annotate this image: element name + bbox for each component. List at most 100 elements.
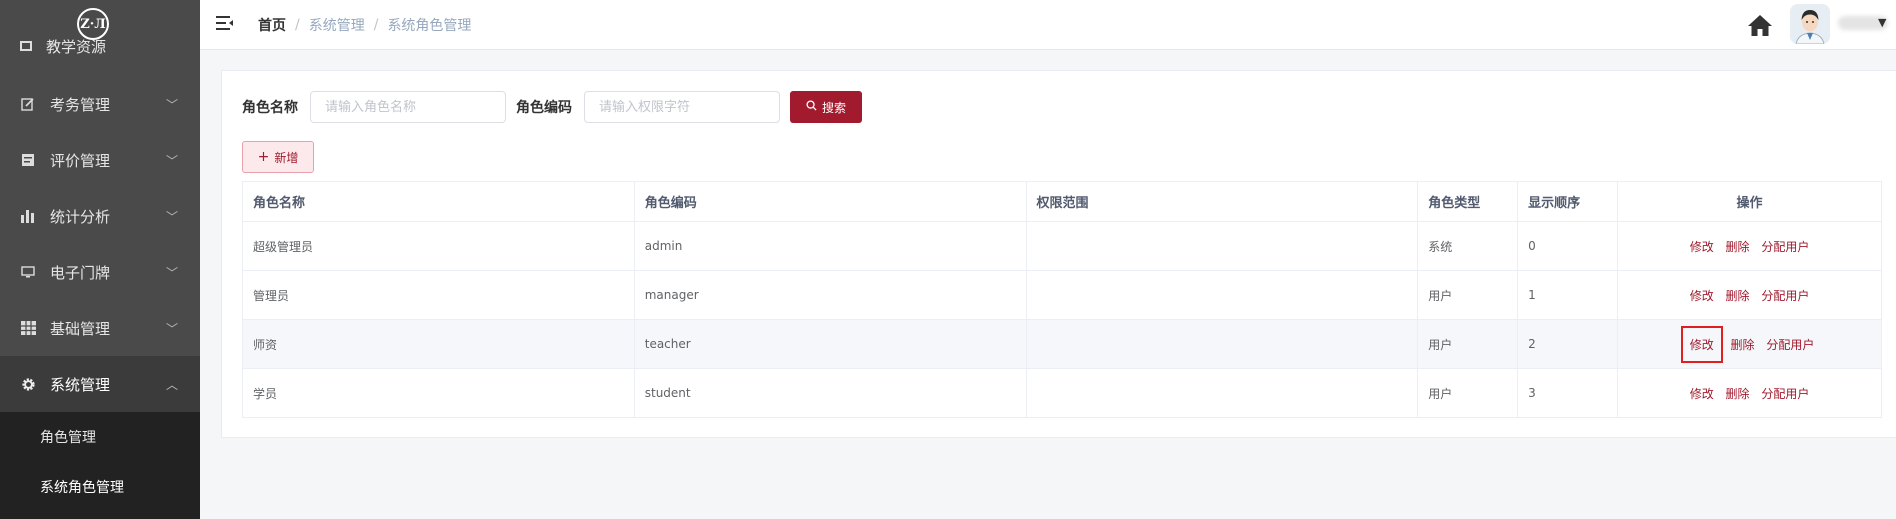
roles-table: 角色名称 角色编码 权限范围 角色类型 显示顺序 操作 超级管理员 admin …	[242, 181, 1882, 418]
grid-icon	[18, 321, 38, 335]
chevron-down-icon: ﹀	[165, 265, 178, 280]
resource-icon	[20, 41, 32, 51]
cell-role-name: 师资	[242, 319, 635, 369]
delete-link[interactable]: 删除	[1726, 289, 1750, 303]
column-header: 角色名称	[242, 181, 635, 222]
chevron-down-icon: ﹀	[165, 209, 178, 224]
cell-role-code: student	[633, 368, 1027, 418]
bar-chart-icon	[18, 209, 38, 223]
role-code-label: 角色编码	[516, 100, 572, 116]
sidebar-item-basic[interactable]: 基础管理 ﹀	[0, 300, 200, 356]
cell-order: 1	[1517, 270, 1619, 320]
chevron-up-icon: ︿	[165, 377, 178, 392]
cell-role-name: 学员	[242, 368, 635, 418]
edit-link[interactable]: 修改	[1690, 289, 1714, 303]
sidebar-item-label: 系统管理	[50, 375, 111, 394]
menu-toggle-icon[interactable]	[216, 15, 234, 31]
cell-role-code: manager	[633, 270, 1027, 320]
sidebar-item-label: 考务管理	[50, 95, 111, 114]
column-header: 权限范围	[1025, 181, 1419, 222]
gear-icon	[18, 377, 38, 392]
sidebar-item-label: 基础管理	[50, 319, 111, 338]
column-header: 操作	[1617, 181, 1882, 222]
edit-icon	[18, 97, 38, 111]
assign-users-link[interactable]: 分配用户	[1761, 289, 1809, 303]
chevron-down-icon: ﹀	[165, 321, 178, 336]
sidebar-item-label: 统计分析	[50, 207, 111, 226]
plus-icon: +	[257, 149, 270, 165]
sidebar-item-system[interactable]: 系统管理 ︿	[0, 356, 200, 412]
table-row: 超级管理员 admin 系统 0 修改 删除 分配用户	[242, 221, 1882, 271]
cell-role-type: 系统	[1417, 221, 1519, 271]
delete-link[interactable]: 删除	[1726, 387, 1750, 401]
breadcrumb-item[interactable]: 系统管理	[309, 15, 365, 35]
cell-actions: 修改 删除 分配用户	[1617, 319, 1882, 369]
submenu-item-system-role-management[interactable]: 系统角色管理	[0, 462, 200, 512]
avatar[interactable]	[1790, 4, 1830, 44]
submenu-item-role-management[interactable]: 角色管理	[0, 412, 200, 462]
breadcrumb: 首页 / 系统管理 / 系统角色管理	[258, 15, 471, 35]
cell-scope	[1025, 319, 1419, 369]
sidebar-item-door-sign[interactable]: 电子门牌 ﹀	[0, 244, 200, 300]
chevron-down-icon: ﹀	[165, 97, 178, 112]
cell-actions: 修改 删除 分配用户	[1617, 368, 1882, 418]
cell-scope	[1025, 221, 1419, 271]
sidebar-item-statistics[interactable]: 统计分析 ﹀	[0, 188, 200, 244]
search-icon	[806, 100, 817, 114]
role-name-input[interactable]	[310, 91, 506, 123]
edit-link[interactable]: 修改	[1690, 387, 1714, 401]
top-header: 首页 / 系统管理 / 系统角色管理 ▼	[200, 0, 1896, 50]
cell-role-type: 用户	[1417, 319, 1519, 369]
delete-link[interactable]: 删除	[1731, 338, 1755, 352]
table-row: 师资 teacher 用户 2 修改 删除 分配用户	[242, 319, 1882, 369]
search-button-label: 搜索	[821, 100, 846, 115]
cell-role-type: 用户	[1417, 368, 1519, 418]
sidebar-item-teaching-resources[interactable]: 教学资源	[20, 36, 106, 56]
search-form: 角色名称 角色编码 搜索	[242, 91, 862, 123]
column-header: 角色类型	[1417, 181, 1519, 222]
sidebar-item-evaluation[interactable]: 评价管理 ﹀	[0, 132, 200, 188]
assign-users-link[interactable]: 分配用户	[1761, 387, 1809, 401]
table-row: 学员 student 用户 3 修改 删除 分配用户	[242, 368, 1882, 418]
cell-scope	[1025, 368, 1419, 418]
cell-role-name: 超级管理员	[242, 221, 635, 271]
cell-order: 0	[1517, 221, 1619, 271]
delete-link[interactable]: 删除	[1726, 240, 1750, 254]
sidebar-item-label: 电子门牌	[50, 263, 111, 282]
caret-down-icon[interactable]: ▼	[1878, 16, 1886, 29]
sidebar: Z·Л 教学资源 考务管理 ﹀ 评价管理 ﹀ 统计分析 ﹀ 电子门牌 ﹀ 基础管…	[0, 0, 200, 519]
sidebar-item-exam[interactable]: 考务管理 ﹀	[0, 76, 200, 132]
column-header: 显示顺序	[1517, 181, 1619, 222]
search-button[interactable]: 搜索	[790, 91, 862, 123]
assign-users-link[interactable]: 分配用户	[1766, 338, 1814, 352]
add-role-button[interactable]: + 新增	[242, 141, 314, 173]
home-icon[interactable]	[1747, 13, 1773, 37]
chevron-down-icon: ﹀	[165, 153, 178, 168]
monitor-icon	[18, 265, 38, 279]
cell-role-type: 用户	[1417, 270, 1519, 320]
table-header-row: 角色名称 角色编码 权限范围 角色类型 显示顺序 操作	[242, 181, 1882, 222]
role-code-input[interactable]	[584, 91, 780, 123]
role-name-label: 角色名称	[242, 100, 298, 116]
edit-link[interactable]: 修改	[1690, 240, 1714, 254]
submenu-item-label: 系统角色管理	[40, 480, 124, 496]
cell-role-code: teacher	[633, 319, 1027, 369]
content-card: 角色名称 角色编码 搜索 + 新增 角色名称 角色编码 权限范围 角色类型 显示…	[221, 70, 1896, 438]
submenu-system: 角色管理 系统角色管理	[0, 412, 200, 519]
breadcrumb-home[interactable]: 首页	[258, 15, 286, 35]
evaluate-icon	[18, 153, 38, 167]
breadcrumb-item-current: 系统角色管理	[387, 18, 472, 34]
cell-actions: 修改 删除 分配用户	[1617, 270, 1882, 320]
assign-users-link[interactable]: 分配用户	[1761, 240, 1809, 254]
cell-scope	[1025, 270, 1419, 320]
add-button-label: 新增	[274, 150, 299, 165]
edit-link-highlighted[interactable]: 修改	[1680, 325, 1723, 363]
cell-role-code: admin	[633, 221, 1027, 271]
sidebar-item-label: 评价管理	[50, 151, 111, 170]
sidebar-item-label: 教学资源	[46, 37, 107, 56]
cell-role-name: 管理员	[242, 270, 635, 320]
cell-order: 2	[1517, 319, 1619, 369]
breadcrumb-separator: /	[295, 17, 300, 33]
column-header: 角色编码	[633, 181, 1027, 222]
submenu-item-label: 角色管理	[40, 430, 96, 446]
